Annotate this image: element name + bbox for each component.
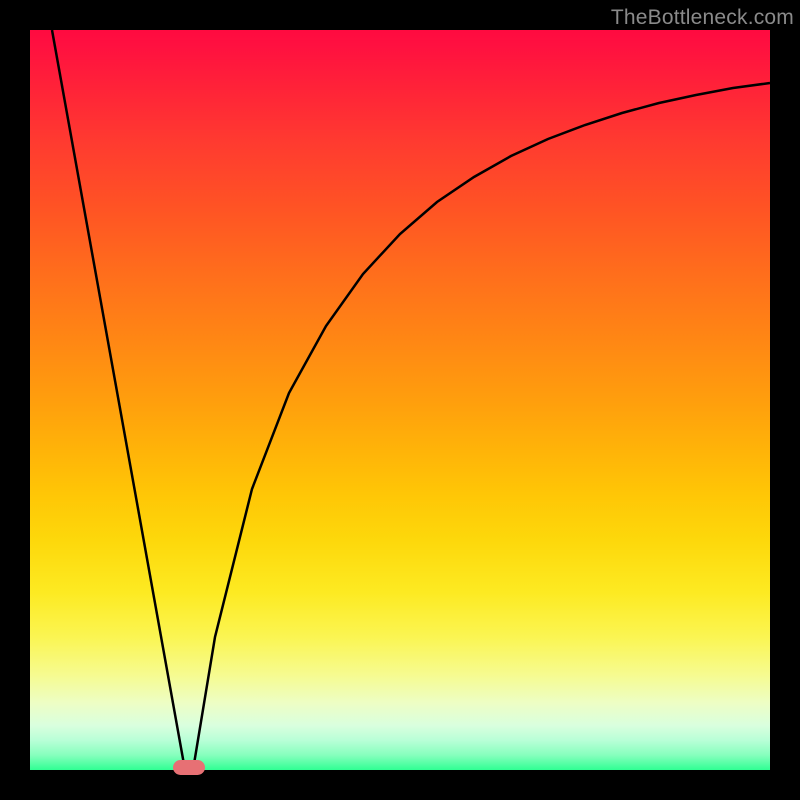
- chart-series-left-branch: [52, 30, 185, 770]
- chart-series-right-branch: [193, 83, 770, 770]
- chart-line-layer: [30, 30, 770, 770]
- chart-frame: TheBottleneck.com: [0, 0, 800, 800]
- watermark-text: TheBottleneck.com: [611, 6, 794, 30]
- chart-minimum-marker: [173, 760, 205, 775]
